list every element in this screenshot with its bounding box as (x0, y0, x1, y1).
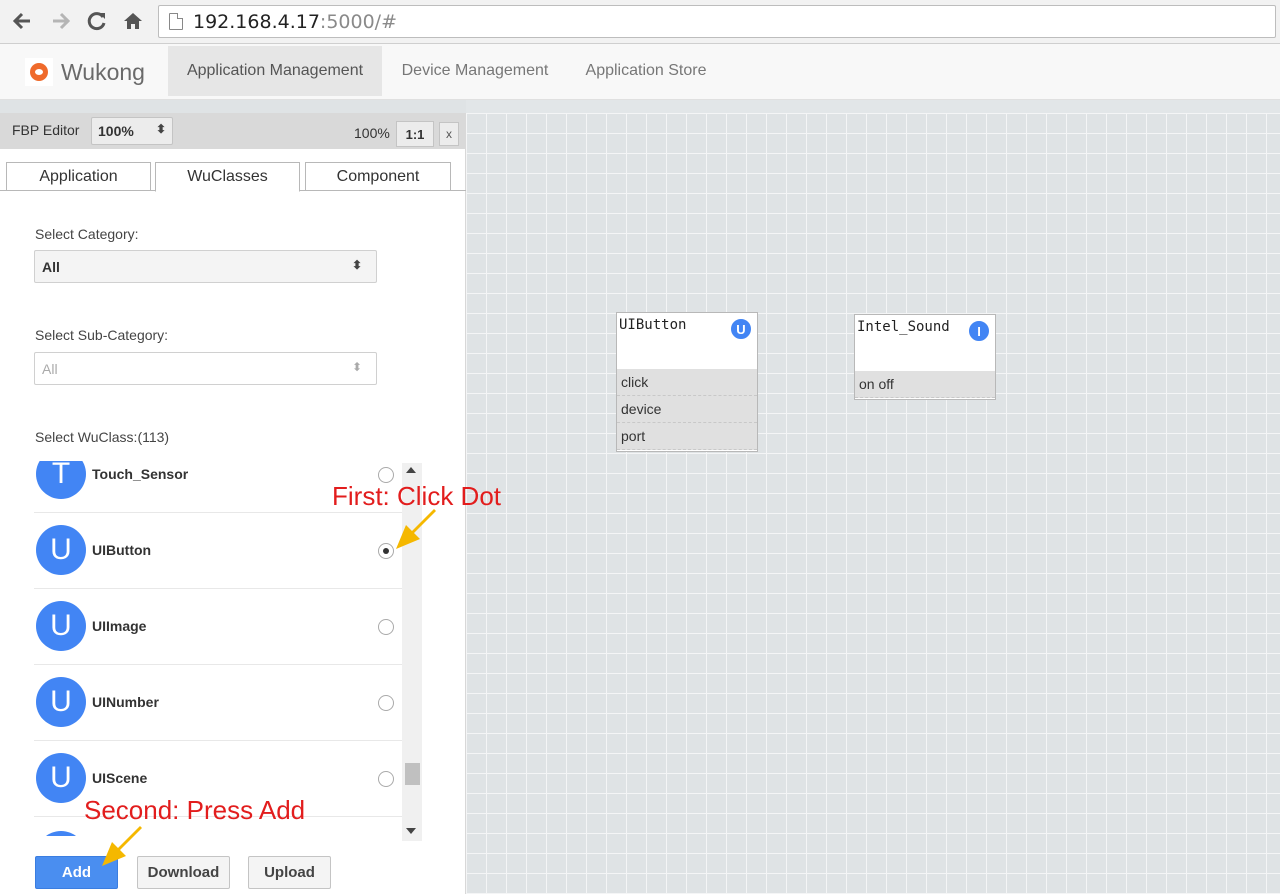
category-value: All (42, 259, 60, 275)
component-uibutton[interactable]: UIButton U click device port (616, 312, 758, 452)
scroll-down-icon[interactable] (406, 828, 416, 834)
avatar: U (36, 753, 86, 803)
upload-button[interactable]: Upload (248, 856, 331, 889)
subcategory-select[interactable]: All ⬍ (34, 352, 377, 385)
fbp-canvas[interactable]: UIButton U click device port Intel_Sound… (466, 113, 1280, 894)
nav-application-store[interactable]: Application Store (570, 46, 722, 96)
annotation-arrow-icon (396, 509, 436, 549)
avatar: U (36, 677, 86, 727)
download-button[interactable]: Download (137, 856, 230, 889)
list-item-uibutton[interactable]: U UIButton (34, 513, 402, 589)
ratio-button[interactable]: 1:1 (396, 121, 434, 147)
list-item-name: UIImage (92, 618, 147, 634)
component-title: Intel_Sound (857, 319, 950, 335)
zoom-readout: 100% (354, 125, 390, 141)
url-rest: :5000/# (319, 10, 397, 33)
list-item-name: UINumber (92, 694, 159, 710)
close-button[interactable]: x (439, 122, 459, 146)
component-ports: on off (855, 371, 995, 398)
forward-arrow-icon[interactable] (48, 8, 74, 34)
nav-application-management[interactable]: Application Management (168, 46, 382, 96)
radio-button[interactable] (378, 619, 394, 635)
wuclass-list[interactable]: T Touch_Sensor U UIButton U UIImage U UI… (34, 461, 402, 836)
home-icon[interactable] (120, 8, 146, 34)
component-ports: click device port (617, 369, 757, 450)
list-item-name: Touch_Sensor (92, 466, 189, 482)
port-device[interactable]: device (617, 396, 757, 423)
port-click[interactable]: click (617, 369, 757, 396)
list-item-name: UIButton (92, 542, 152, 558)
address-bar[interactable]: 192.168.4.17:5000/# (158, 5, 1276, 38)
editor-label: FBP Editor (12, 122, 80, 138)
zoom-value: 100% (98, 123, 134, 139)
tab-wuclasses[interactable]: WuClasses (155, 162, 300, 192)
app-navbar: Wukong Application Management Device Man… (0, 44, 1280, 100)
avatar: U (36, 525, 86, 575)
reload-icon[interactable] (84, 8, 110, 34)
radio-button[interactable] (378, 695, 394, 711)
tab-component[interactable]: Component (305, 162, 451, 191)
browser-toolbar: 192.168.4.17:5000/# (0, 0, 1280, 44)
scroll-up-icon[interactable] (406, 467, 416, 473)
component-badge: U (729, 317, 753, 341)
port-on-off[interactable]: on off (855, 371, 995, 398)
divider-strip (0, 100, 466, 113)
component-intel-sound[interactable]: Intel_Sound I on off (854, 314, 996, 400)
avatar: U (36, 601, 86, 651)
annotation-arrow-icon (102, 826, 142, 866)
url-host: 192.168.4.17 (193, 10, 320, 33)
scroll-thumb[interactable] (405, 763, 420, 785)
wukong-logo-icon (25, 58, 53, 86)
list-item-uiimage[interactable]: U UIImage (34, 589, 402, 665)
category-label: Select Category: (35, 226, 139, 242)
select-arrows-icon: ⬍ (351, 360, 362, 374)
wuclass-label: Select WuClass:(113) (35, 429, 170, 445)
editor-toolbar: FBP Editor 100% ⬍ 100% 1:1 x (0, 113, 466, 149)
avatar: T (36, 461, 86, 499)
category-select[interactable]: All ⬍ (34, 250, 377, 283)
brand-name: Wukong (61, 58, 145, 85)
zoom-select[interactable]: 100% ⬍ (91, 117, 173, 145)
back-arrow-icon[interactable] (9, 8, 35, 34)
port-port[interactable]: port (617, 423, 757, 450)
avatar-partial (36, 831, 86, 836)
select-arrows-icon: ⬍ (351, 258, 362, 272)
canvas-top-strip (466, 100, 1280, 113)
brand[interactable]: Wukong (25, 52, 145, 92)
subcategory-value: All (42, 361, 58, 377)
component-title: UIButton (619, 317, 687, 333)
page-icon (169, 13, 183, 30)
component-badge: I (967, 319, 991, 343)
tab-application[interactable]: Application (6, 162, 151, 191)
nav-device-management[interactable]: Device Management (386, 46, 564, 96)
radio-button[interactable] (378, 771, 394, 787)
subcategory-label: Select Sub-Category: (35, 327, 169, 343)
select-arrows-icon: ⬍ (155, 122, 166, 136)
list-item-name: UIScene (92, 770, 148, 786)
list-item-uinumber[interactable]: U UINumber (34, 665, 402, 741)
